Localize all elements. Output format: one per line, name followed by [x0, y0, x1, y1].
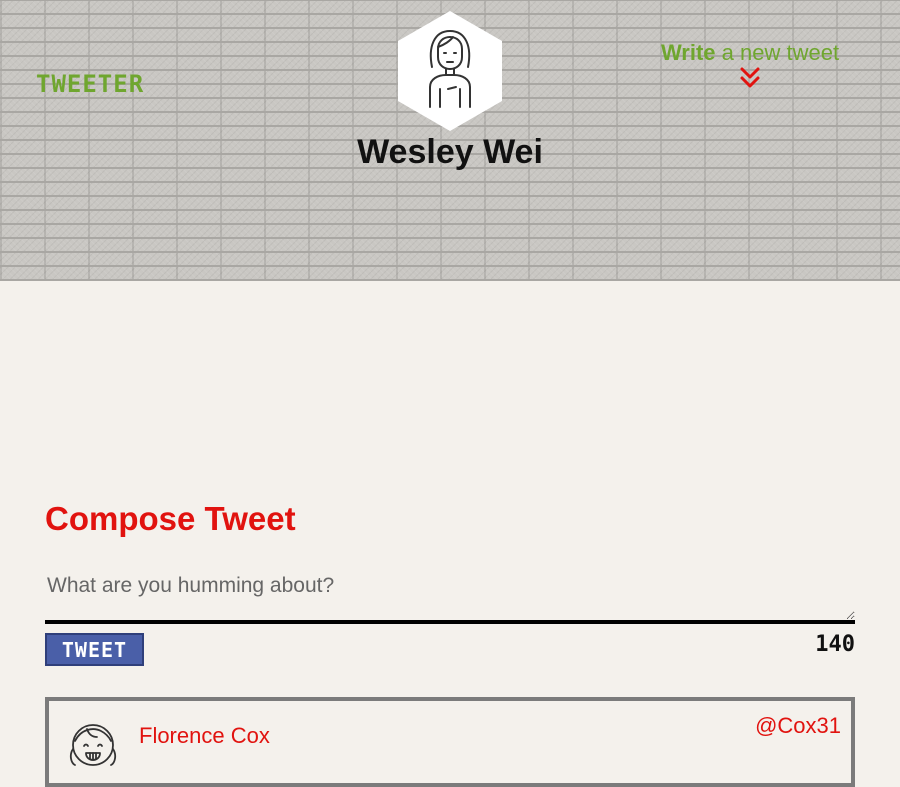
- tweet-card: Florence Cox @Cox31: [45, 697, 855, 787]
- page-header: TWEETER Wesley Wei Write a new tweet: [0, 0, 900, 281]
- write-new-tweet-label: Write a new tweet: [660, 40, 840, 65]
- brand-logo[interactable]: TWEETER: [36, 70, 144, 98]
- write-new-tweet-link[interactable]: Write a new tweet: [640, 40, 860, 90]
- char-counter: 140: [815, 632, 855, 657]
- user-name: Wesley Wei: [357, 133, 543, 171]
- tweet-author-avatar: [67, 719, 119, 776]
- chevrons-down-icon: [740, 67, 760, 88]
- tweet-button[interactable]: TWEET: [45, 633, 144, 666]
- profile-avatar: [398, 11, 502, 131]
- compose-title: Compose Tweet: [45, 500, 296, 537]
- tweet-author-handle: @Cox31: [755, 713, 841, 738]
- woman-avatar-icon: [429, 30, 471, 108]
- tweet-input[interactable]: [45, 568, 855, 624]
- girl-avatar-icon: [69, 724, 117, 766]
- tweet-author-name: Florence Cox: [139, 723, 270, 748]
